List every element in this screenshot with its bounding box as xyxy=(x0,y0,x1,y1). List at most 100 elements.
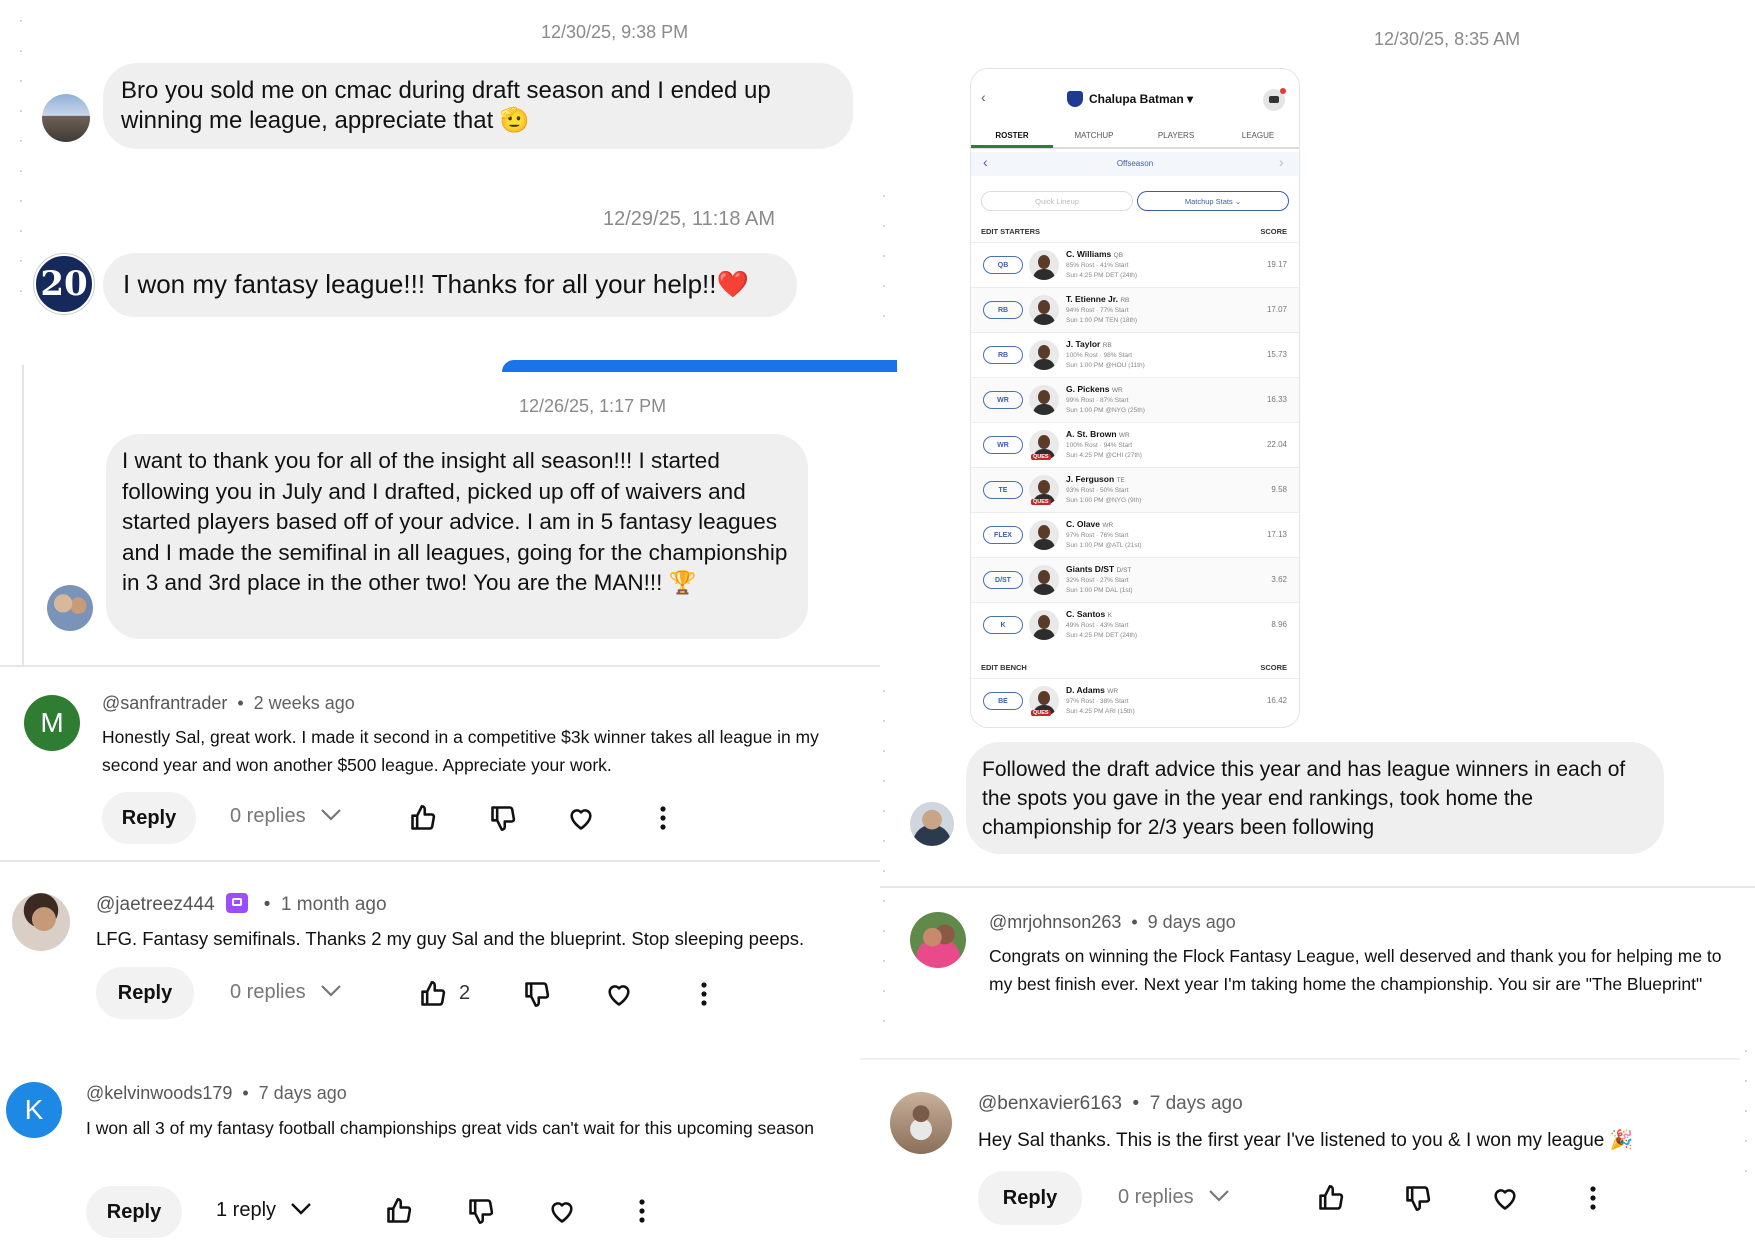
quick-lineup-button[interactable]: Quick Lineup xyxy=(981,191,1133,211)
heart-icon[interactable] xyxy=(1490,1183,1520,1213)
player-name[interactable]: J. Taylor RB xyxy=(1066,339,1112,349)
divider xyxy=(860,1058,1740,1060)
comment-header: @benxavier6163 • 7 days ago xyxy=(978,1093,1243,1114)
comment-handle[interactable]: @benxavier6163 xyxy=(978,1093,1122,1114)
player-score: 16.33 xyxy=(1266,395,1287,404)
comment-time: 7 days ago xyxy=(258,1083,347,1103)
more-options-icon[interactable] xyxy=(689,979,719,1009)
chevron-down-icon xyxy=(290,1199,312,1222)
more-options-icon[interactable] xyxy=(648,803,678,833)
player-name[interactable]: J. Ferguson TE xyxy=(1066,474,1125,484)
avatar[interactable] xyxy=(42,94,90,142)
dislike-icon[interactable] xyxy=(1403,1183,1433,1213)
player-name[interactable]: C. Santos K xyxy=(1066,609,1112,619)
player-name[interactable]: G. Pickens WR xyxy=(1066,384,1123,394)
comment-handle[interactable]: @kelvinwoods179 xyxy=(86,1083,232,1103)
player-name[interactable]: C. Williams QB xyxy=(1066,249,1123,259)
dislike-icon[interactable] xyxy=(466,1196,496,1226)
more-options-icon[interactable] xyxy=(627,1196,657,1226)
roster-row[interactable]: WR QUES A. St. Brown WR 100% Rost · 94% Sta… xyxy=(971,422,1299,468)
like-icon[interactable] xyxy=(408,803,438,833)
player-info: 85% Rost · 41% Start Sun 4:25 PM DET (24t… xyxy=(1066,262,1138,279)
comment-handle[interactable]: @sanfrantrader xyxy=(102,693,227,713)
comment-handle[interactable]: @mrjohnson263 xyxy=(989,912,1121,932)
replies-toggle[interactable]: 0 replies xyxy=(230,805,342,828)
player-headshot xyxy=(1029,610,1059,640)
tab-roster[interactable]: ROSTER xyxy=(971,125,1053,148)
player-name[interactable]: A. St. Brown WR xyxy=(1066,429,1130,439)
decorative-dots xyxy=(20,20,23,320)
roster-row[interactable]: RB J. Taylor RB 100% Rost · 98% Start Sun 1… xyxy=(971,332,1299,378)
roster-row[interactable]: RB T. Etienne Jr. RB 94% Rost · 77% Start S… xyxy=(971,287,1299,333)
like-icon[interactable] xyxy=(1316,1183,1346,1213)
back-chevron-icon[interactable]: ‹ xyxy=(981,89,986,105)
reply-button[interactable]: Reply xyxy=(978,1171,1082,1225)
position-slot-button[interactable]: WR xyxy=(983,436,1023,454)
player-name[interactable]: C. Olave WR xyxy=(1066,519,1113,529)
position-slot-button[interactable]: FLEX xyxy=(983,526,1023,544)
player-name[interactable]: T. Etienne Jr. RB xyxy=(1066,294,1129,304)
chevron-down-icon xyxy=(1208,1186,1230,1209)
comment-text: Honestly Sal, great work. I made it seco… xyxy=(102,727,819,775)
player-score: 16.42 xyxy=(1266,696,1287,705)
divider xyxy=(0,665,880,667)
reply-button[interactable]: Reply xyxy=(102,792,196,844)
avatar[interactable]: M xyxy=(24,695,80,751)
roster-row[interactable]: TE QUES J. Ferguson TE 93% Rost · 50% Start… xyxy=(971,467,1299,513)
position-slot-button[interactable]: BE xyxy=(983,692,1023,710)
player-info: 100% Rost · 94% Start Sun 4:25 PM @CHI (2… xyxy=(1066,442,1142,459)
player-name[interactable]: Giants D/ST D/ST xyxy=(1066,564,1131,574)
replies-toggle[interactable]: 0 replies xyxy=(1118,1186,1230,1209)
heart-icon[interactable] xyxy=(566,803,596,833)
questionable-badge: QUES xyxy=(1031,710,1051,716)
reply-button[interactable]: Reply xyxy=(96,967,194,1019)
reply-button[interactable]: Reply xyxy=(86,1186,182,1238)
avatar[interactable] xyxy=(890,1092,952,1154)
comment-header: @mrjohnson263 • 9 days ago xyxy=(989,912,1236,932)
tab-matchup[interactable]: MATCHUP xyxy=(1053,125,1135,145)
team-name[interactable]: Chalupa Batman ▾ xyxy=(1089,92,1193,106)
roster-row[interactable]: K C. Santos K 49% Rost · 43% Start Sun 4:25… xyxy=(971,602,1299,648)
player-score: 8.96 xyxy=(1271,620,1287,629)
position-slot-button[interactable]: RB xyxy=(983,301,1023,319)
more-options-icon[interactable] xyxy=(1578,1183,1608,1213)
position-slot-button[interactable]: WR xyxy=(983,391,1023,409)
replies-toggle[interactable]: 1 reply xyxy=(216,1199,312,1222)
heart-icon[interactable] xyxy=(547,1196,577,1226)
position-slot-button[interactable]: K xyxy=(983,616,1023,634)
position-slot-button[interactable]: QB xyxy=(983,256,1023,274)
player-score: 3.62 xyxy=(1271,575,1287,584)
tab-league[interactable]: LEAGUE xyxy=(1217,125,1299,145)
avatar[interactable] xyxy=(910,912,966,968)
avatar[interactable] xyxy=(910,802,954,846)
player-headshot xyxy=(1029,565,1059,595)
avatar[interactable]: K xyxy=(6,1082,62,1138)
avatar[interactable] xyxy=(47,585,93,631)
player-name[interactable]: D. Adams WR xyxy=(1066,685,1118,695)
roster-row[interactable]: FLEX C. Olave WR 97% Rost · 76% Start Sun 1… xyxy=(971,512,1299,558)
tab-players[interactable]: PLAYERS xyxy=(1135,125,1217,145)
comment-handle[interactable]: @jaetreez444 xyxy=(96,894,215,915)
comment-time: 9 days ago xyxy=(1147,912,1236,932)
position-slot-button[interactable]: D/ST xyxy=(983,571,1023,589)
like-icon[interactable] xyxy=(418,979,448,1009)
roster-row[interactable]: WR G. Pickens WR 99% Rost · 87% Start Sun 1… xyxy=(971,377,1299,423)
position-slot-button[interactable]: TE xyxy=(983,481,1023,499)
roster-row[interactable]: QB C. Williams QB 85% Rost · 41% Start Sun … xyxy=(971,242,1299,288)
dislike-icon[interactable] xyxy=(522,979,552,1009)
matchup-stats-button[interactable]: Matchup Stats ⌄ xyxy=(1137,191,1289,211)
chat-icon[interactable] xyxy=(1263,88,1286,111)
dislike-icon[interactable] xyxy=(488,803,518,833)
member-badge-icon xyxy=(225,893,248,913)
position-slot-button[interactable]: RB xyxy=(983,346,1023,364)
avatar[interactable]: 20 xyxy=(34,254,94,314)
next-week-icon[interactable]: › xyxy=(1279,154,1284,170)
decorative-dots xyxy=(883,195,886,345)
replies-toggle[interactable]: 0 replies xyxy=(230,981,342,1004)
like-icon[interactable] xyxy=(384,1196,414,1226)
player-info: 32% Rost · 27% Start Sun 1:00 PM DAL (1st… xyxy=(1066,577,1133,594)
heart-icon[interactable] xyxy=(604,979,634,1009)
avatar[interactable] xyxy=(12,893,70,951)
roster-row[interactable]: D/ST Giants D/ST D/ST 32% Rost · 27% Start… xyxy=(971,557,1299,603)
roster-row[interactable]: BE QUES D. Adams WR 97% Rost · 38% Start Sun… xyxy=(971,678,1299,724)
